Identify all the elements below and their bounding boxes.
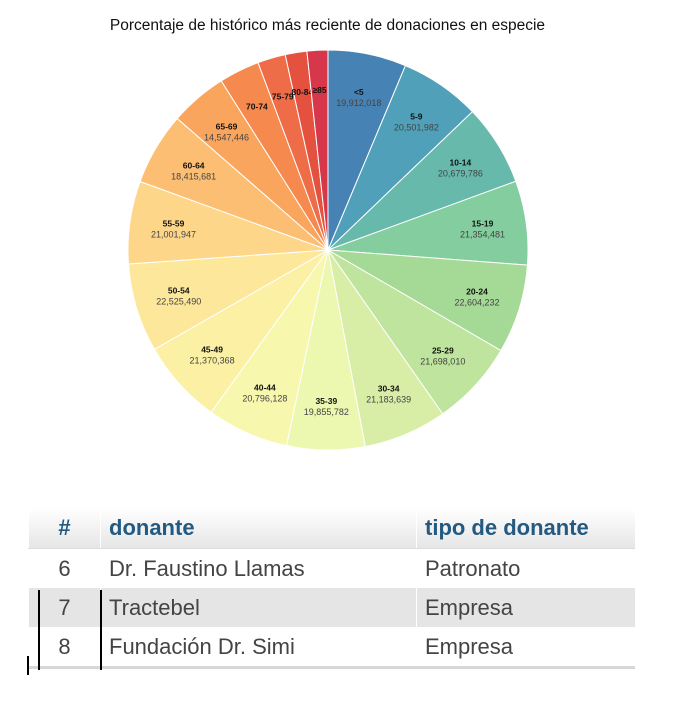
- cell-tipo: Empresa: [416, 627, 635, 669]
- pie-slice-value: 21,698,010: [420, 357, 465, 367]
- donors-table-wrap: # donante tipo de donante 6 Dr. Faustino…: [28, 508, 635, 669]
- pie-slice-label: 25-29: [432, 346, 454, 356]
- table-row[interactable]: 7 Tractebel Empresa: [28, 588, 635, 627]
- donors-table: # donante tipo de donante 6 Dr. Faustino…: [28, 508, 635, 669]
- pie-slice-label: 80-84: [292, 87, 314, 97]
- pie-slice-value: 21,183,639: [366, 395, 411, 405]
- pie-slice-label: 10-14: [450, 157, 472, 167]
- pie-slice-label: 15-19: [472, 219, 494, 229]
- pie-slice-value: 20,501,982: [394, 122, 439, 132]
- pie-slice-label: 45-49: [201, 344, 223, 354]
- pie-slice-value: 18,415,681: [171, 172, 216, 182]
- pie-slice-label: 60-64: [183, 161, 205, 171]
- table-row[interactable]: 6 Dr. Faustino Llamas Patronato: [28, 548, 635, 588]
- table-header-row: # donante tipo de donante: [28, 508, 635, 549]
- pie-slice-value: 21,001,947: [151, 229, 196, 239]
- pie-slice-label: 30-34: [378, 384, 400, 394]
- pie-slice-label: 55-59: [163, 218, 185, 228]
- pie-slice-label: 5-9: [410, 111, 423, 121]
- cell-donante: Fundación Dr. Simi: [100, 627, 417, 669]
- pie-slice-label: 20-24: [466, 286, 488, 296]
- cell-donante: Tractebel: [100, 588, 417, 627]
- cell-donante: Dr. Faustino Llamas: [100, 548, 417, 588]
- cursor-mark: [27, 656, 29, 675]
- pie-slice-label: 35-39: [315, 396, 337, 406]
- pie-slice-label: ≥85: [312, 85, 326, 95]
- pie-slice-label: 65-69: [216, 122, 238, 132]
- pie-slice-value: 20,679,786: [438, 168, 483, 178]
- pie-slice-value: 22,604,232: [454, 297, 499, 307]
- pie-slice-label: <5: [354, 87, 364, 97]
- pie-slice-value: 20,796,128: [242, 394, 287, 404]
- pie-slice-value: 19,855,782: [304, 407, 349, 417]
- pie-slice-value: 21,354,481: [460, 230, 505, 240]
- pie-slice-value: 21,370,368: [190, 355, 235, 365]
- pie-slice-value: 19,912,018: [336, 98, 381, 108]
- pie-slice-value: 14,547,446: [204, 133, 249, 143]
- column-header-donante[interactable]: donante: [100, 508, 417, 549]
- pie-slice-value: 22,525,490: [156, 296, 201, 306]
- cell-tipo: Empresa: [416, 588, 635, 627]
- pie-chart: <519,912,018 5-920,501,982 10-1420,679,786…: [127, 49, 529, 451]
- cell-tipo: Patronato: [416, 548, 635, 588]
- row-focus-bar-left: [38, 590, 40, 670]
- row-focus-bar-mid: [100, 590, 102, 670]
- pie-slice-label: 50-54: [168, 285, 190, 295]
- column-header-number[interactable]: #: [28, 508, 101, 549]
- pie-slice-label: 40-44: [254, 383, 276, 393]
- pie-slice-label: 70-74: [246, 102, 268, 112]
- column-header-tipo[interactable]: tipo de donante: [416, 508, 635, 549]
- table-row[interactable]: 8 Fundación Dr. Simi Empresa: [28, 627, 635, 669]
- cell-number: 6: [28, 548, 101, 588]
